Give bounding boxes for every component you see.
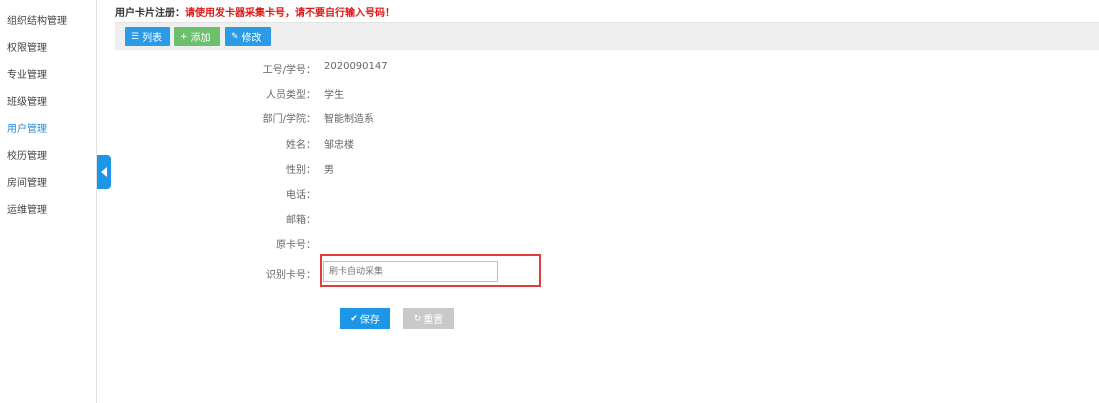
plus-icon: + bbox=[180, 31, 188, 42]
sidebar-item-users[interactable]: 用户管理 bbox=[7, 120, 47, 135]
check-icon: ✔ bbox=[350, 313, 358, 324]
list-icon: ☰ bbox=[131, 31, 140, 42]
employee-id-label: 工号/学号： bbox=[262, 65, 316, 76]
original-card-label: 原卡号： bbox=[276, 240, 316, 251]
save-button-label: 保存 bbox=[359, 315, 380, 326]
department-value: 智能制造系 bbox=[324, 114, 374, 125]
sidebar-item-classes[interactable]: 班级管理 bbox=[7, 93, 47, 108]
employee-id-value: 2020090147 bbox=[324, 61, 388, 72]
name-label: 姓名： bbox=[286, 140, 316, 151]
email-label: 邮箱： bbox=[286, 215, 316, 226]
sidebar-item-operations[interactable]: 运维管理 bbox=[7, 201, 47, 216]
list-button-label: 列表 bbox=[142, 33, 163, 44]
person-type-value: 学生 bbox=[324, 90, 344, 101]
name-value: 邹忠楼 bbox=[324, 140, 354, 151]
edit-button[interactable]: ✎ 修改 bbox=[225, 27, 271, 46]
sidebar-item-org-structure[interactable]: 组织结构管理 bbox=[7, 12, 67, 27]
department-label: 部门/学院： bbox=[262, 114, 316, 125]
sidebar-collapse-button[interactable] bbox=[97, 155, 111, 189]
gender-value: 男 bbox=[324, 165, 334, 176]
sidebar: 组织结构管理 权限管理 专业管理 班级管理 用户管理 校历管理 房间管理 运维管… bbox=[0, 0, 97, 403]
save-button[interactable]: ✔ 保存 bbox=[340, 308, 390, 329]
sidebar-item-majors[interactable]: 专业管理 bbox=[7, 66, 47, 81]
add-button[interactable]: + 添加 bbox=[174, 27, 220, 46]
sidebar-item-calendar[interactable]: 校历管理 bbox=[7, 147, 47, 162]
page-notice: 用户卡片注册：请使用发卡器采集卡号，请不要自行输入号码！ bbox=[115, 4, 395, 19]
refresh-icon: ↻ bbox=[413, 313, 422, 324]
page-title: 用户卡片注册： bbox=[115, 8, 185, 19]
toolbar: ☰ 列表 + 添加 ✎ 修改 bbox=[115, 22, 1099, 50]
card-number-label: 识别卡号： bbox=[266, 270, 316, 281]
caret-left-icon bbox=[101, 167, 107, 177]
card-number-input[interactable] bbox=[323, 261, 498, 282]
person-type-label: 人员类型： bbox=[266, 90, 316, 101]
gender-label: 性别： bbox=[286, 165, 316, 176]
reset-button-label: 重置 bbox=[423, 315, 444, 326]
list-button[interactable]: ☰ 列表 bbox=[125, 27, 170, 46]
phone-label: 电话： bbox=[286, 190, 316, 201]
edit-button-label: 修改 bbox=[241, 33, 262, 44]
add-button-label: 添加 bbox=[190, 33, 211, 44]
reset-button[interactable]: ↻ 重置 bbox=[403, 308, 454, 329]
pencil-icon: ✎ bbox=[231, 31, 239, 42]
sidebar-item-permissions[interactable]: 权限管理 bbox=[7, 39, 47, 54]
sidebar-item-rooms[interactable]: 房间管理 bbox=[7, 174, 47, 189]
warning-message: 请使用发卡器采集卡号，请不要自行输入号码！ bbox=[185, 8, 395, 19]
